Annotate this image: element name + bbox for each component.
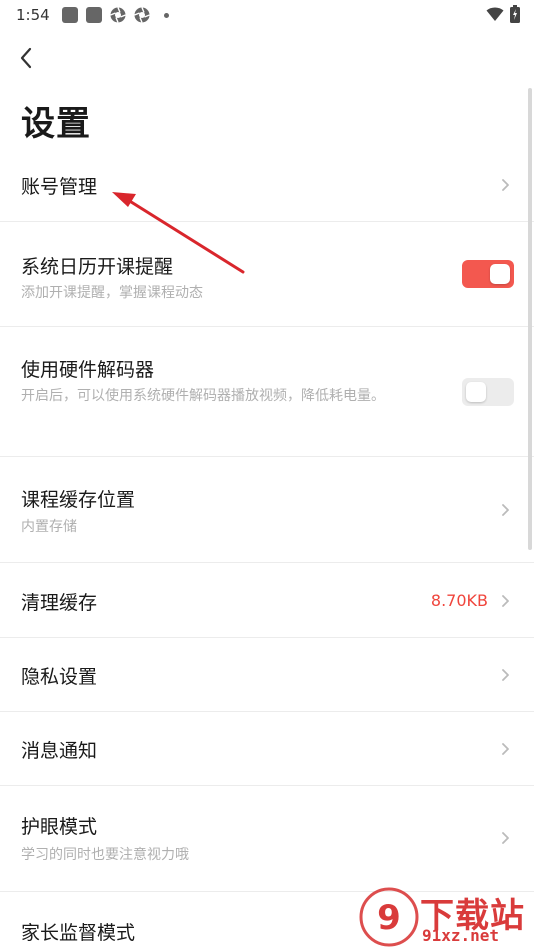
settings-item-account-management[interactable]: 账号管理 xyxy=(0,148,534,222)
notification-square-icon xyxy=(85,7,102,23)
settings-item-hardware-decoder[interactable]: 使用硬件解码器 开启后，可以使用系统硬件解码器播放视频，降低耗电量。 xyxy=(0,327,534,457)
settings-item-subtitle: 学习的同时也要注意视力哦 xyxy=(21,847,189,863)
watermark-bottom-text: 91xz.net xyxy=(422,926,500,945)
notification-square-icon xyxy=(61,7,78,23)
back-button[interactable] xyxy=(10,42,42,74)
settings-item-title: 系统日历开课提醒 xyxy=(21,256,174,278)
settings-item-subtitle: 开启后，可以使用系统硬件解码器播放视频，降低耗电量。 xyxy=(21,388,385,404)
settings-item-title: 消息通知 xyxy=(21,740,98,762)
settings-item-title: 账号管理 xyxy=(21,176,98,198)
chevron-right-icon xyxy=(500,831,510,845)
settings-item-clear-cache[interactable]: 清理缓存 8.70KB xyxy=(0,563,534,638)
aperture-icon xyxy=(109,7,126,23)
wifi-icon xyxy=(486,7,504,21)
svg-text:9: 9 xyxy=(377,898,401,938)
settings-item-title: 家长监督模式 xyxy=(21,922,136,944)
chevron-right-icon xyxy=(500,668,510,682)
status-time: 1:54 xyxy=(16,6,50,24)
chevron-right-icon xyxy=(500,178,510,192)
chevron-left-icon xyxy=(20,47,32,69)
chevron-right-icon xyxy=(500,594,510,608)
settings-item-notifications[interactable]: 消息通知 xyxy=(0,712,534,786)
battery-icon xyxy=(510,5,520,23)
settings-list: 账号管理 系统日历开课提醒 添加开课提醒，掌握课程动态 使用硬件解码器 开启后，… xyxy=(0,148,534,950)
aperture-icon xyxy=(133,7,150,23)
status-icons-right xyxy=(486,5,520,23)
settings-item-title: 清理缓存 xyxy=(21,592,98,614)
download-site-logo-icon: 9 xyxy=(359,887,419,947)
settings-item-title: 隐私设置 xyxy=(21,666,98,688)
settings-item-subtitle: 添加开课提醒，掌握课程动态 xyxy=(21,285,203,301)
toggle-knob xyxy=(466,382,486,402)
settings-item-subtitle: 内置存储 xyxy=(21,519,77,535)
toggle-knob xyxy=(490,264,510,284)
status-icons-left xyxy=(61,7,169,23)
chevron-right-icon xyxy=(500,503,510,517)
settings-item-cache-location[interactable]: 课程缓存位置 内置存储 xyxy=(0,457,534,563)
hardware-decoder-toggle[interactable] xyxy=(462,378,514,406)
settings-item-title: 使用硬件解码器 xyxy=(21,359,155,381)
cache-size-value: 8.70KB xyxy=(430,591,488,610)
chevron-right-icon xyxy=(500,742,510,756)
more-notifications-dot-icon xyxy=(163,12,169,18)
watermark: 9 下载站 91xz.net xyxy=(358,886,528,948)
settings-item-privacy[interactable]: 隐私设置 xyxy=(0,638,534,712)
settings-item-eye-protection[interactable]: 护眼模式 学习的同时也要注意视力哦 xyxy=(0,786,534,892)
page-title: 设置 xyxy=(21,104,91,144)
status-bar: 1:54 xyxy=(0,0,534,30)
calendar-reminder-toggle[interactable] xyxy=(462,260,514,288)
settings-item-calendar-reminder[interactable]: 系统日历开课提醒 添加开课提醒，掌握课程动态 xyxy=(0,222,534,327)
settings-item-title: 课程缓存位置 xyxy=(21,489,136,511)
scrollbar[interactable] xyxy=(528,88,532,550)
settings-item-title: 护眼模式 xyxy=(21,816,98,838)
